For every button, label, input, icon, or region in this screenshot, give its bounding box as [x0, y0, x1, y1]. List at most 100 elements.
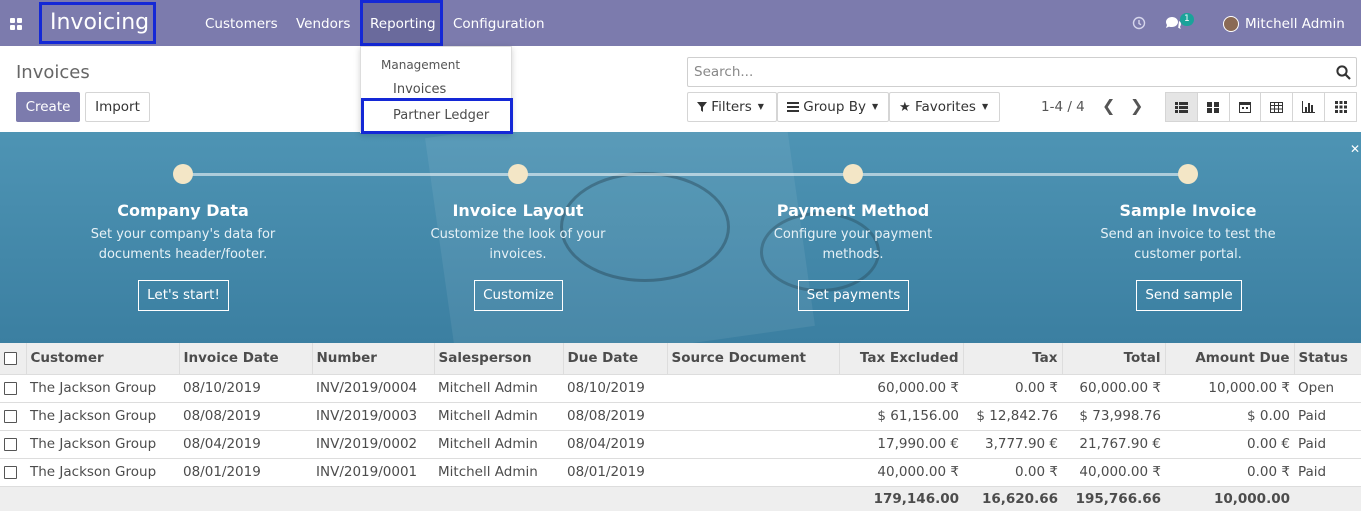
menu-configuration[interactable]: Configuration — [453, 0, 545, 46]
step-title-payment-method: Payment Method — [776, 201, 930, 220]
row-checkbox-cell[interactable] — [0, 402, 26, 431]
table-row[interactable]: The Jackson Group 08/01/2019 INV/2019/00… — [0, 458, 1361, 487]
dropdown-item-invoices[interactable]: Invoices — [393, 82, 446, 97]
favorites-button[interactable]: ★ Favorites ▼ — [889, 92, 1000, 122]
col-customer[interactable]: Customer — [25, 343, 179, 375]
cell-invoice-date: 08/04/2019 — [179, 430, 312, 459]
pivot-view-icon[interactable] — [1261, 93, 1294, 121]
cell-tax-excluded: 40,000.00 ₹ — [839, 458, 963, 487]
select-all-checkbox-cell[interactable] — [0, 343, 26, 375]
totals-row: 179,146.00 16,620.66 195,766.66 10,000.0… — [0, 486, 1361, 511]
filter-icon — [697, 102, 707, 112]
cell-amount-due: 0.00 € — [1165, 430, 1294, 459]
cell-number: INV/2019/0002 — [312, 430, 434, 459]
search-bar — [687, 57, 1357, 87]
search-icon[interactable] — [1336, 65, 1351, 80]
step-title-company-data: Company Data — [117, 201, 249, 220]
row-checkbox[interactable] — [4, 437, 17, 451]
col-number[interactable]: Number — [311, 343, 434, 375]
group-by-icon — [787, 102, 799, 112]
filters-button[interactable]: Filters ▼ — [687, 92, 777, 122]
filters-label: Filters — [711, 99, 752, 115]
table-row[interactable]: The Jackson Group 08/10/2019 INV/2019/00… — [0, 374, 1361, 403]
set-payments-button[interactable]: Set payments — [798, 280, 909, 311]
table-row[interactable]: The Jackson Group 08/08/2019 INV/2019/00… — [0, 402, 1361, 431]
search-input[interactable] — [688, 58, 1308, 86]
star-icon: ★ — [899, 100, 911, 115]
totals-spacer — [0, 486, 839, 511]
messaging-chat-icon[interactable] — [1165, 0, 1182, 46]
total-tax: 16,620.66 — [963, 486, 1062, 511]
cell-tax-excluded: $ 61,156.00 — [839, 402, 963, 431]
page-title: Invoices — [16, 62, 90, 83]
cell-customer: The Jackson Group — [26, 374, 179, 403]
col-salesperson[interactable]: Salesperson — [433, 343, 563, 375]
dropdown-item-partner-ledger[interactable]: Partner Ledger — [393, 108, 489, 123]
onboarding-progress-line — [183, 173, 1189, 176]
row-checkbox-cell[interactable] — [0, 374, 26, 403]
close-banner-icon[interactable]: ✕ — [1350, 142, 1360, 156]
caret-down-icon: ▼ — [757, 102, 764, 111]
app-title[interactable]: Invoicing — [39, 2, 156, 44]
cell-source-document — [667, 374, 839, 403]
user-menu[interactable]: Mitchell Admin — [1245, 0, 1345, 46]
group-by-button[interactable]: Group By ▼ — [777, 92, 889, 122]
menu-customers[interactable]: Customers — [205, 0, 278, 46]
table-row[interactable]: The Jackson Group 08/04/2019 INV/2019/00… — [0, 430, 1361, 459]
cell-amount-due: 0.00 ₹ — [1165, 458, 1294, 487]
row-checkbox-cell[interactable] — [0, 458, 26, 487]
col-invoice-date[interactable]: Invoice Date — [178, 343, 312, 375]
row-checkbox[interactable] — [4, 409, 17, 423]
cell-invoice-date: 08/01/2019 — [179, 458, 312, 487]
cell-tax: 3,777.90 € — [963, 430, 1062, 459]
col-tax-excluded[interactable]: Tax Excluded — [838, 343, 963, 375]
col-due-date[interactable]: Due Date — [562, 343, 667, 375]
col-source-document[interactable]: Source Document — [666, 343, 839, 375]
customize-button[interactable]: Customize — [474, 280, 563, 311]
graph-view-icon[interactable] — [1293, 93, 1326, 121]
cell-salesperson: Mitchell Admin — [434, 374, 563, 403]
list-view-icon[interactable] — [1166, 93, 1198, 121]
onboarding-banner: Company Data Set your company's data for… — [0, 132, 1361, 343]
calendar-view-icon[interactable] — [1230, 93, 1262, 121]
row-checkbox-cell[interactable] — [0, 430, 26, 459]
kanban-view-icon[interactable] — [1198, 93, 1230, 121]
col-amount-due[interactable]: Amount Due — [1164, 343, 1294, 375]
cell-total: 40,000.00 ₹ — [1062, 458, 1165, 487]
cell-status: Paid — [1294, 458, 1361, 487]
cell-status: Open — [1294, 374, 1361, 403]
col-tax[interactable]: Tax — [962, 343, 1062, 375]
cell-invoice-date: 08/08/2019 — [179, 402, 312, 431]
cell-salesperson: Mitchell Admin — [434, 430, 563, 459]
import-button[interactable]: Import — [85, 92, 150, 122]
cell-number: INV/2019/0004 — [312, 374, 434, 403]
step-desc-sample-invoice: Send an invoice to test the customer port… — [1100, 227, 1276, 262]
pager-next-icon[interactable]: ❯ — [1130, 96, 1143, 115]
create-button[interactable]: Create — [16, 92, 80, 122]
activity-clock-icon[interactable] — [1132, 0, 1146, 46]
lets-start-button[interactable]: Let's start! — [138, 280, 229, 311]
apps-menu-icon[interactable] — [10, 18, 22, 30]
caret-down-icon: ▼ — [981, 102, 989, 111]
select-all-checkbox[interactable] — [4, 351, 17, 365]
menu-vendors[interactable]: Vendors — [296, 0, 350, 46]
cell-status: Paid — [1294, 430, 1361, 459]
step-dot — [173, 164, 193, 184]
cell-source-document — [667, 402, 839, 431]
pager-previous-icon[interactable]: ❮ — [1102, 96, 1115, 115]
group-by-label: Group By — [803, 99, 866, 115]
user-avatar[interactable] — [1223, 16, 1239, 32]
row-checkbox[interactable] — [4, 465, 17, 479]
cell-invoice-date: 08/10/2019 — [179, 374, 312, 403]
cell-amount-due: $ 0.00 — [1165, 402, 1294, 431]
step-desc-invoice-layout: Customize the look of your invoices. — [430, 227, 606, 262]
cell-customer: The Jackson Group — [26, 402, 179, 431]
col-total[interactable]: Total — [1061, 343, 1165, 375]
col-status[interactable]: Status — [1293, 343, 1361, 375]
send-sample-button[interactable]: Send sample — [1136, 280, 1242, 311]
grid-view-icon[interactable] — [1325, 93, 1356, 121]
pager-value[interactable]: 1-4 / 4 — [1041, 99, 1085, 115]
row-checkbox[interactable] — [4, 381, 17, 395]
top-navbar: Invoicing Customers Vendors Reporting Co… — [0, 0, 1361, 46]
menu-reporting[interactable]: Reporting — [360, 0, 443, 46]
